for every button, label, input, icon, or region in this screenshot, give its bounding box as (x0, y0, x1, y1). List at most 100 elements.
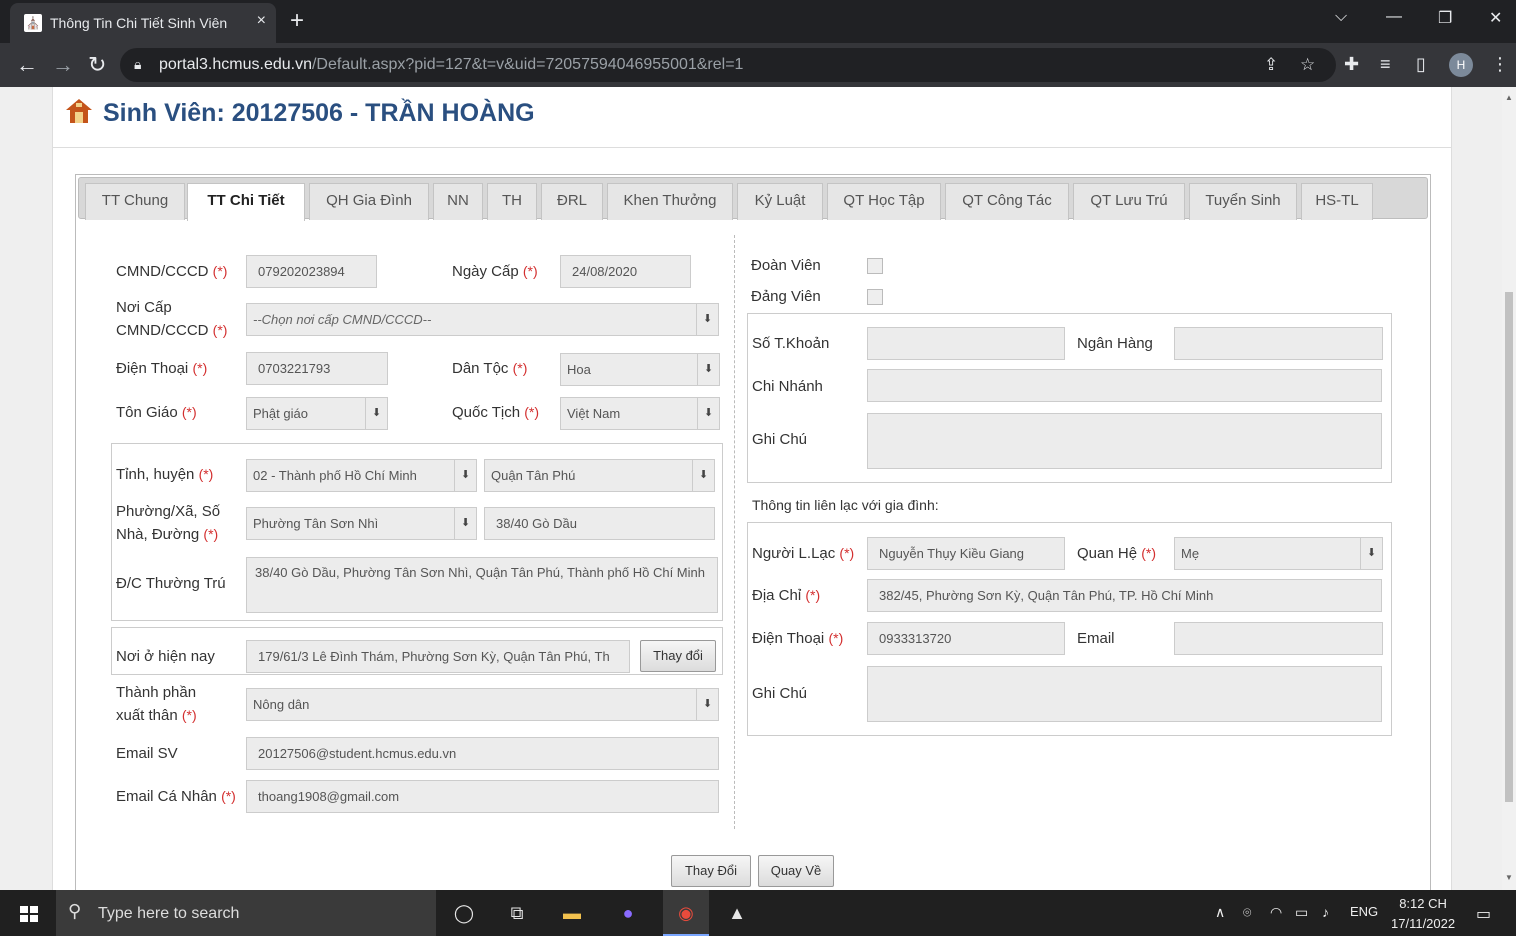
tab-search-chevron-icon[interactable]: ⌵ (1335, 8, 1347, 26)
cortana-icon[interactable]: ◯ (450, 901, 478, 925)
page-scrollbar[interactable]: ▲ ▼ (1502, 87, 1516, 890)
lock-icon[interactable]: 🔒︎ (134, 56, 141, 73)
volume-icon[interactable]: ♪ (1322, 904, 1329, 920)
tinh-huyen-label: Tỉnh, huyện (*) (116, 466, 214, 483)
new-tab-button[interactable]: + (290, 7, 304, 35)
scroll-down-icon[interactable]: ▼ (1505, 873, 1513, 882)
dien-thoai-input[interactable]: 0703221793 (246, 352, 388, 385)
chi-nhanh-input[interactable] (867, 369, 1382, 402)
input-language[interactable]: ENG (1350, 904, 1378, 919)
tab-nn[interactable]: NN (433, 183, 483, 220)
ghi-chu-gd-textarea[interactable] (867, 666, 1382, 722)
restore-icon[interactable]: ❐ (1438, 8, 1452, 28)
tab-tt-chi-tiet[interactable]: TT Chi Tiết (187, 183, 305, 221)
quoc-tich-select[interactable]: Việt Nam ⬇ (560, 397, 720, 430)
tab-qt-cong-tac[interactable]: QT Công Tác (945, 183, 1069, 220)
scroll-thumb[interactable] (1505, 292, 1513, 802)
system-clock[interactable]: 8:12 CH 17/11/2022 (1391, 894, 1455, 934)
nguoi-ll-label: Người L.Lạc (*) (752, 545, 855, 562)
side-panel-icon[interactable]: ▯ (1416, 54, 1426, 75)
chevron-down-icon: ⬇ (697, 398, 719, 429)
battery-icon[interactable]: ▭ (1295, 904, 1308, 921)
house-icon (66, 99, 92, 123)
bookmark-star-icon[interactable]: ☆ (1300, 55, 1315, 75)
ton-giao-select[interactable]: Phật giáo ⬇ (246, 397, 388, 430)
ngay-cap-input[interactable]: 24/08/2020 (560, 255, 691, 288)
so-nha-input[interactable]: 38/40 Gò Dầu (484, 507, 715, 540)
dia-chi-input[interactable]: 382/45, Phường Sơn Kỳ, Quận Tân Phú, TP.… (867, 579, 1382, 612)
tab-title: Thông Tin Chi Tiết Sinh Viên (50, 15, 228, 31)
tab-qh-gia-dinh[interactable]: QH Gia Đình (309, 183, 429, 220)
page-header: Sinh Viên: 20127506 - TRẦN HOÀNG (52, 87, 1452, 147)
dan-toc-select[interactable]: Hoa ⬇ (560, 353, 720, 386)
notification-icon[interactable]: ▭ (1476, 904, 1491, 924)
taskbar-search[interactable]: ⚲ Type here to search (56, 890, 436, 936)
so-tk-input[interactable] (867, 327, 1065, 360)
file-explorer-icon[interactable]: ▬ (558, 901, 586, 925)
chrome-icon[interactable]: ◉ (672, 901, 700, 925)
dc-thuong-tru-label: Đ/C Thường Trú (116, 575, 226, 592)
detail-frame: TT Chung TT Chi Tiết QH Gia Đình NN TH Đ… (75, 174, 1431, 890)
browser-tab[interactable]: ⛪ Thông Tin Chi Tiết Sinh Viên × (10, 3, 276, 43)
tab-khen-thuong[interactable]: Khen Thưởng (607, 183, 733, 220)
noi-cap-select[interactable]: --Chọn nơi cấp CMND/CCCD-- ⬇ (246, 303, 719, 336)
ghi-chu-textarea[interactable] (867, 413, 1382, 469)
minimize-icon[interactable]: — (1386, 8, 1402, 26)
forward-arrow-icon[interactable]: → (52, 52, 74, 78)
address-bar[interactable]: 🔒︎ portal3.hcmus.edu.vn/Default.aspx?pid… (120, 48, 1336, 82)
reload-icon[interactable]: ↻ (88, 52, 106, 78)
windows-start-icon[interactable] (20, 906, 38, 922)
tab-ky-luat[interactable]: Kỷ Luật (737, 183, 823, 220)
back-arrow-icon[interactable]: ← (16, 52, 38, 78)
photos-icon[interactable]: ▲ (723, 901, 751, 925)
chevron-down-icon: ⬇ (692, 460, 714, 491)
browser-menu-icon[interactable]: ⋮ (1491, 54, 1509, 75)
task-view-icon[interactable]: ⧉ (503, 901, 531, 925)
email-sv-input[interactable]: 20127506@student.hcmus.edu.vn (246, 737, 719, 770)
dang-vien-checkbox[interactable] (867, 289, 883, 305)
tab-tt-chung[interactable]: TT Chung (85, 183, 185, 220)
messenger-icon[interactable]: ● (614, 901, 642, 925)
cmnd-input[interactable]: 079202023894 (246, 255, 377, 288)
tab-qt-hoc-tap[interactable]: QT Học Tập (827, 183, 941, 220)
clock-date: 17/11/2022 (1391, 916, 1456, 931)
thay-doi-button[interactable]: Thay Đổi (671, 855, 751, 887)
wifi-icon[interactable]: ◠ (1270, 904, 1282, 921)
reading-list-icon[interactable]: ≡ (1380, 54, 1391, 75)
tab-hs-tl[interactable]: HS-TL (1301, 183, 1373, 220)
so-tk-label: Số T.Khoản (752, 335, 830, 352)
tab-tuyen-sinh[interactable]: Tuyển Sinh (1189, 183, 1297, 220)
phuong-label-line2: Nhà, Đường (*) (116, 526, 219, 543)
thay-doi-address-button[interactable]: Thay đổi (640, 640, 716, 672)
tray-chevron-icon[interactable]: ∧ (1215, 904, 1225, 921)
quan-he-select[interactable]: Mẹ ⬇ (1174, 537, 1383, 570)
noi-cap-label-line2: CMND/CCCD (*) (116, 322, 228, 339)
doan-vien-checkbox[interactable] (867, 258, 883, 274)
email-gd-input[interactable] (1174, 622, 1383, 655)
dc-thuong-tru-textarea[interactable]: 38/40 Gò Dầu, Phường Tân Sơn Nhì, Quận T… (246, 557, 718, 613)
huyen-select[interactable]: Quận Tân Phú ⬇ (484, 459, 715, 492)
tab-close-icon[interactable]: × (257, 12, 266, 30)
email-ca-nhan-input[interactable]: thoang1908@gmail.com (246, 780, 719, 813)
content-card: TT Chung TT Chi Tiết QH Gia Đình NN TH Đ… (52, 147, 1452, 890)
url-text[interactable]: portal3.hcmus.edu.vn/Default.aspx?pid=12… (159, 56, 743, 74)
phuong-select[interactable]: Phường Tân Sơn Nhì ⬇ (246, 507, 477, 540)
thanh-phan-select[interactable]: Nông dân ⬇ (246, 688, 719, 721)
share-icon[interactable]: ⇪ (1264, 55, 1278, 75)
meet-now-icon[interactable]: ⌾ (1243, 904, 1251, 921)
ghi-chu-gd-label: Ghi Chú (752, 685, 808, 702)
quay-ve-button[interactable]: Quay Về (758, 855, 834, 887)
tab-drl[interactable]: ĐRL (541, 183, 603, 220)
noi-o-input[interactable]: 179/61/3 Lê Đình Thám, Phường Sơn Kỳ, Qu… (246, 640, 630, 673)
dien-thoai-gd-input[interactable]: 0933313720 (867, 622, 1065, 655)
tab-qt-luu-tru[interactable]: QT Lưu Trú (1073, 183, 1185, 220)
ngan-hang-input[interactable] (1174, 327, 1383, 360)
extensions-puzzle-icon[interactable]: ✚ (1344, 54, 1359, 75)
tab-th[interactable]: TH (487, 183, 537, 220)
chevron-down-icon: ⬇ (696, 304, 718, 335)
tinh-select[interactable]: 02 - Thành phố Hồ Chí Minh ⬇ (246, 459, 477, 492)
nguoi-ll-input[interactable]: Nguyễn Thụy Kiều Giang (867, 537, 1065, 570)
scroll-up-icon[interactable]: ▲ (1505, 93, 1513, 102)
profile-avatar[interactable]: H (1449, 53, 1473, 77)
window-close-icon[interactable]: ✕ (1489, 8, 1502, 28)
